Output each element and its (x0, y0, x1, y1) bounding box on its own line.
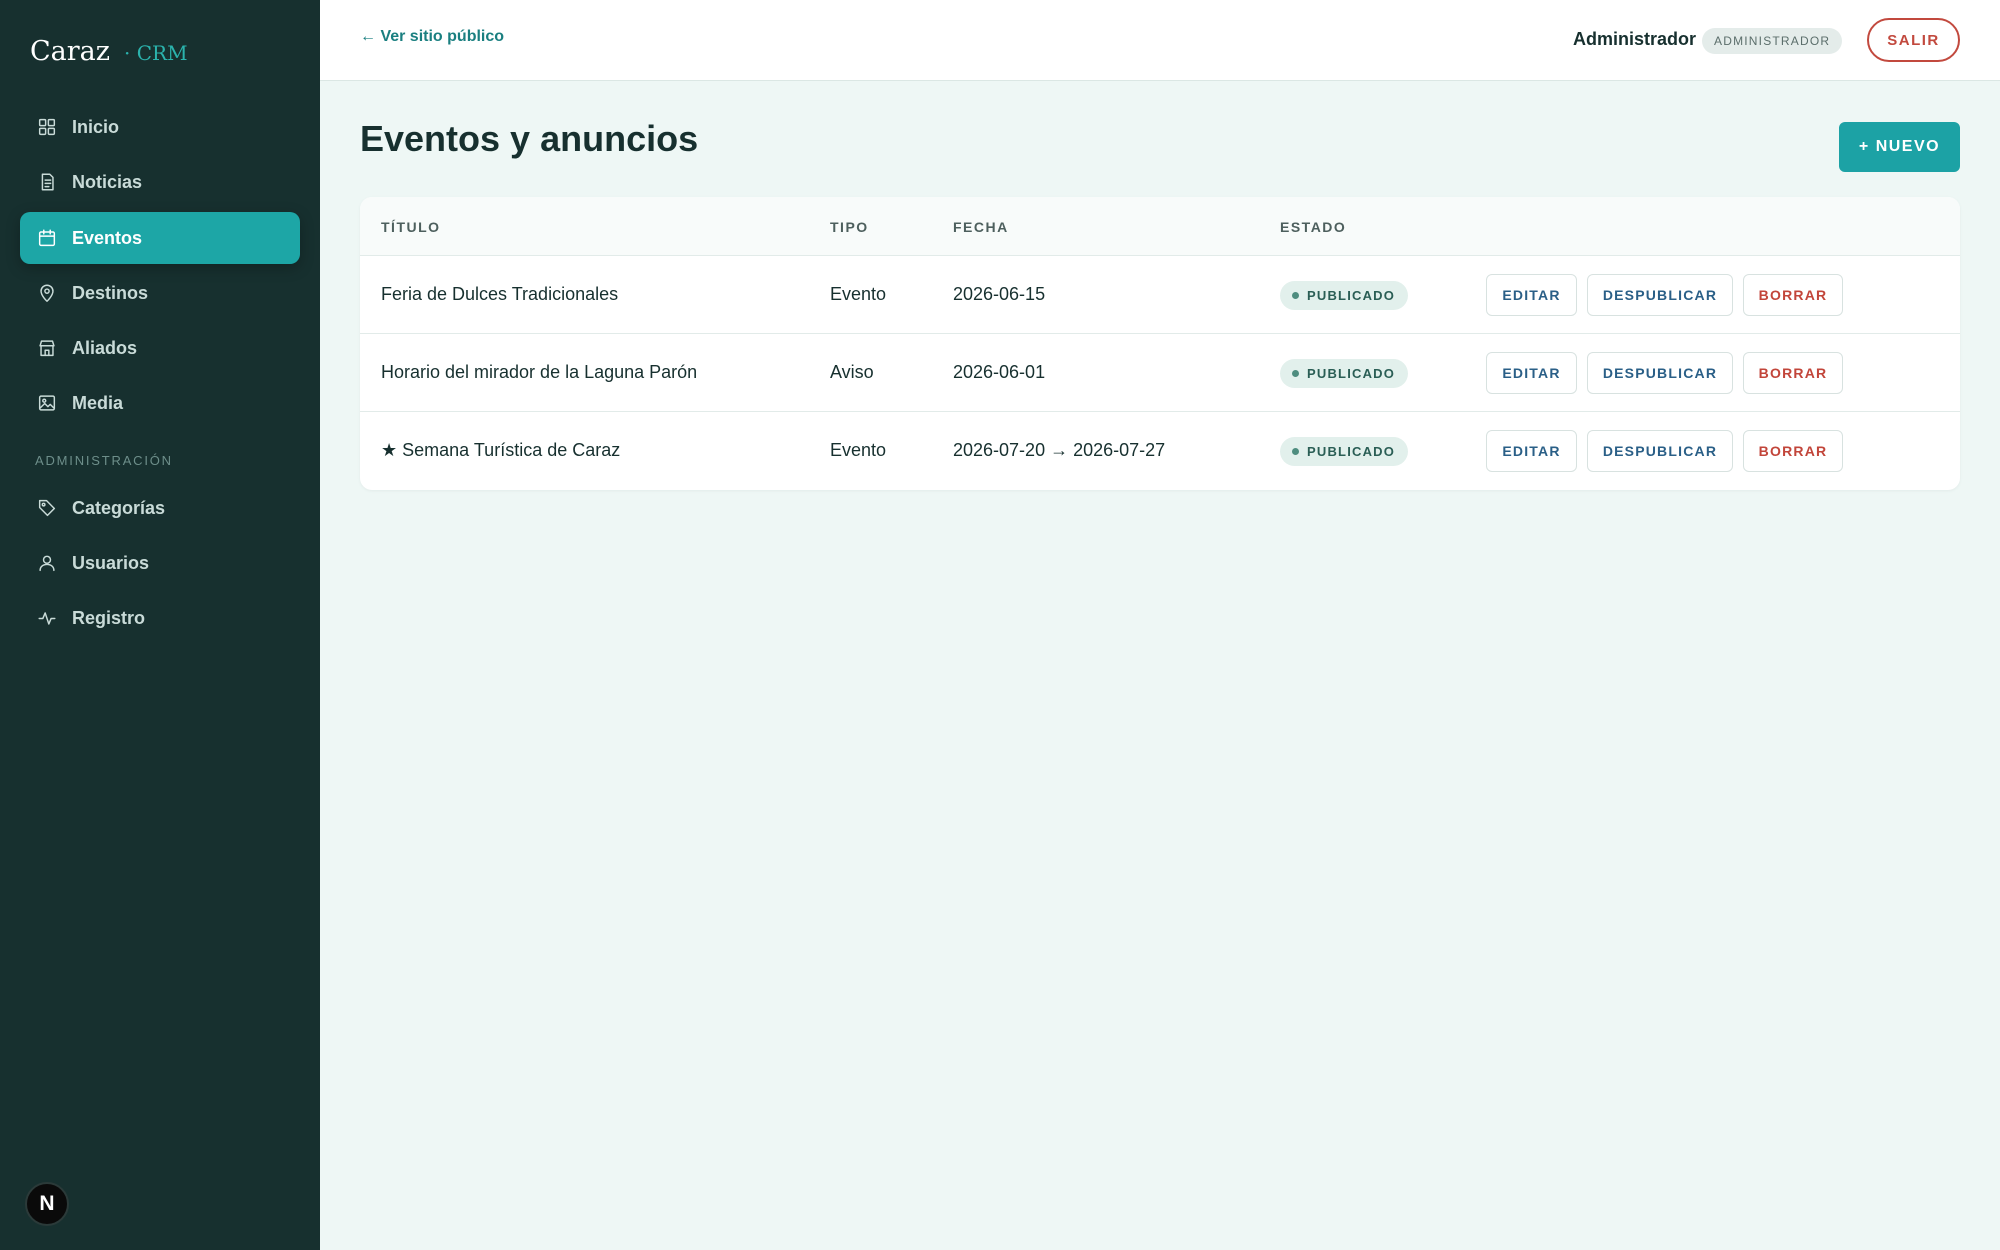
event-type: Evento (830, 284, 887, 304)
document-icon (36, 171, 58, 193)
tag-icon (36, 497, 58, 519)
sidebar-item-registro[interactable]: Registro (20, 592, 300, 644)
column-header-estado: ESTADO (1280, 219, 1347, 235)
event-type: Evento (830, 440, 887, 460)
column-header-fecha: FECHA (953, 219, 1009, 235)
sidebar-item-usuarios[interactable]: Usuarios (20, 537, 300, 589)
activity-icon (36, 607, 58, 629)
edit-button[interactable]: EDITAR (1486, 352, 1577, 394)
sidebar-item-destinos[interactable]: Destinos (20, 267, 300, 319)
unpublish-button[interactable]: DESPUBLICAR (1587, 274, 1733, 316)
map-pin-icon (36, 282, 58, 304)
column-header-tipo: TIPO (830, 219, 869, 235)
event-date: 2026-07-20 → 2026-07-27 (953, 440, 1166, 460)
user-icon (36, 552, 58, 574)
sidebar-item-label: Eventos (72, 227, 143, 248)
brand-subtitle: · CRM (124, 41, 188, 65)
column-header-titulo: TÍTULO (381, 219, 441, 235)
status-badge: PUBLICADO (1280, 437, 1409, 466)
sidebar-item-label: Registro (72, 607, 146, 628)
sidebar-item-label: Destinos (72, 282, 149, 303)
event-title: Feria de Dulces Tradicionales (381, 284, 619, 304)
page-title: Eventos y anuncios (360, 118, 699, 159)
sidebar-item-eventos[interactable]: Eventos (20, 212, 300, 264)
sidebar-item-categorias[interactable]: Categorías (20, 482, 300, 534)
store-icon (36, 337, 58, 359)
delete-button[interactable]: BORRAR (1743, 430, 1843, 472)
event-type: Aviso (830, 362, 874, 382)
sidebar-item-label: Media (72, 392, 124, 413)
current-user-name: Administrador (1573, 29, 1697, 49)
new-event-button[interactable]: + NUEVO (1839, 122, 1960, 172)
sidebar-item-label: Aliados (72, 337, 138, 358)
sidebar: Caraz · CRM Inicio Noticias Eventos Dest… (0, 0, 320, 1250)
sidebar-item-label: Inicio (72, 116, 120, 137)
sidebar-item-label: Categorías (72, 497, 166, 518)
status-label: PUBLICADO (1307, 288, 1396, 303)
event-date: 2026-06-01 (953, 362, 1046, 382)
brand-name: Caraz (30, 36, 110, 67)
delete-button[interactable]: BORRAR (1743, 274, 1843, 316)
event-date: 2026-06-15 (953, 284, 1046, 304)
role-badge: ADMINISTRADOR (1702, 28, 1843, 54)
table-row: ★ Semana Turística de Caraz Evento 2026-… (360, 412, 1960, 490)
status-label: PUBLICADO (1307, 366, 1396, 381)
calendar-icon (36, 227, 58, 249)
table-row: Feria de Dulces Tradicionales Evento 202… (360, 256, 1960, 334)
status-dot-icon (1292, 292, 1299, 299)
grid-icon (36, 116, 58, 138)
sidebar-item-noticias[interactable]: Noticias (20, 156, 300, 208)
table-row: Horario del mirador de la Laguna Parón A… (360, 334, 1960, 412)
delete-button[interactable]: BORRAR (1743, 352, 1843, 394)
edit-button[interactable]: EDITAR (1486, 430, 1577, 472)
edit-button[interactable]: EDITAR (1486, 274, 1577, 316)
status-dot-icon (1292, 370, 1299, 377)
status-dot-icon (1292, 448, 1299, 455)
unpublish-button[interactable]: DESPUBLICAR (1587, 430, 1733, 472)
sidebar-item-aliados[interactable]: Aliados (20, 322, 300, 374)
status-badge: PUBLICADO (1280, 359, 1409, 388)
table-header: TÍTULO TIPO FECHA ESTADO (360, 197, 1960, 256)
admin-section-label: ADMINISTRACIÓN (35, 453, 173, 468)
unpublish-button[interactable]: DESPUBLICAR (1587, 352, 1733, 394)
sidebar-item-inicio[interactable]: Inicio (20, 101, 300, 153)
sidebar-item-media[interactable]: Media (20, 377, 300, 429)
sidebar-item-label: Noticias (72, 171, 143, 192)
top-bar: ← Ver sitio público Administrador ADMINI… (320, 0, 2000, 81)
event-title: Horario del mirador de la Laguna Parón (381, 362, 698, 382)
dev-tools-badge[interactable]: N (25, 1182, 69, 1226)
image-icon (36, 392, 58, 414)
view-public-site-link[interactable]: ← Ver sitio público (360, 28, 504, 46)
event-title: ★ Semana Turística de Caraz (381, 440, 621, 460)
logout-button[interactable]: SALIR (1867, 18, 1960, 62)
brand-logo[interactable]: Caraz · CRM (30, 36, 188, 67)
status-badge: PUBLICADO (1280, 281, 1409, 310)
status-label: PUBLICADO (1307, 444, 1396, 459)
sidebar-item-label: Usuarios (72, 552, 150, 573)
events-table: TÍTULO TIPO FECHA ESTADO Feria de Dulces… (360, 197, 1960, 490)
